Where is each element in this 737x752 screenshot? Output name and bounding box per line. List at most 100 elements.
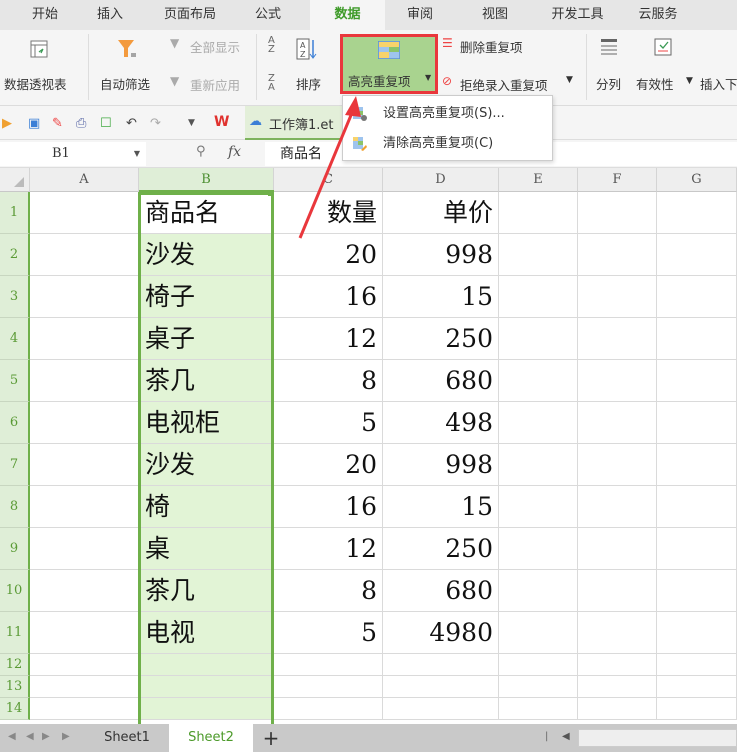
cell-a13[interactable] xyxy=(30,676,139,698)
cell-d1[interactable]: 单价 xyxy=(383,192,499,234)
cell-e6[interactable] xyxy=(499,402,578,444)
cell-b12[interactable] xyxy=(139,654,274,676)
tab-review[interactable]: 审阅 xyxy=(395,0,445,30)
row-header[interactable]: 12 xyxy=(0,654,30,676)
cell-g14[interactable] xyxy=(657,698,737,720)
row-header[interactable]: 13 xyxy=(0,676,30,698)
name-box[interactable]: B1 ▼ xyxy=(0,142,146,166)
add-sheet-button[interactable]: + xyxy=(256,724,286,752)
select-all-corner[interactable] xyxy=(0,168,30,192)
cell-d14[interactable] xyxy=(383,698,499,720)
print-preview-icon[interactable]: ☐ xyxy=(100,116,112,131)
column-header-d[interactable]: D xyxy=(383,168,499,192)
cell-e9[interactable] xyxy=(499,528,578,570)
export-pdf-icon[interactable]: ✎ xyxy=(52,116,63,131)
cell-b10[interactable]: 茶几 xyxy=(139,570,274,612)
cell-c9[interactable]: 12 xyxy=(274,528,383,570)
open-icon[interactable]: ▶ xyxy=(2,116,12,131)
next-sheet-icon[interactable]: ▶ xyxy=(42,731,50,742)
sort-button[interactable]: AZ 排序 xyxy=(296,38,340,98)
cell-a8[interactable] xyxy=(30,486,139,528)
cell-d13[interactable] xyxy=(383,676,499,698)
cell-f5[interactable] xyxy=(578,360,657,402)
cell-f7[interactable] xyxy=(578,444,657,486)
cell-b9[interactable]: 桌 xyxy=(139,528,274,570)
cell-f12[interactable] xyxy=(578,654,657,676)
sort-descending-button[interactable]: ZA xyxy=(268,74,284,94)
row-header[interactable]: 9 xyxy=(0,528,30,570)
last-sheet-icon[interactable]: ▶ xyxy=(62,731,70,742)
cell-a7[interactable] xyxy=(30,444,139,486)
row-header[interactable]: 8 xyxy=(0,486,30,528)
row-header[interactable]: 2 xyxy=(0,234,30,276)
cell-a4[interactable] xyxy=(30,318,139,360)
horizontal-scrollbar[interactable] xyxy=(578,729,737,747)
cell-b11[interactable]: 电视 xyxy=(139,612,274,654)
cell-f4[interactable] xyxy=(578,318,657,360)
cell-e1[interactable] xyxy=(499,192,578,234)
cell-c3[interactable]: 16 xyxy=(274,276,383,318)
cell-g7[interactable] xyxy=(657,444,737,486)
cell-c1[interactable]: 数量 xyxy=(274,192,383,234)
tab-page-layout[interactable]: 页面布局 xyxy=(150,0,230,30)
cell-c8[interactable]: 16 xyxy=(274,486,383,528)
menu-item-clear-highlight-duplicates[interactable]: 清除高亮重复项(C) xyxy=(343,129,552,159)
cell-e5[interactable] xyxy=(499,360,578,402)
wps-logo-icon[interactable]: W xyxy=(214,114,229,130)
fill-handle[interactable] xyxy=(268,190,274,196)
cell-c6[interactable]: 5 xyxy=(274,402,383,444)
cell-g3[interactable] xyxy=(657,276,737,318)
cell-f3[interactable] xyxy=(578,276,657,318)
cell-e12[interactable] xyxy=(499,654,578,676)
tab-data[interactable]: 数据 xyxy=(310,0,385,30)
column-header-a[interactable]: A xyxy=(30,168,139,192)
cell-a2[interactable] xyxy=(30,234,139,276)
cell-c14[interactable] xyxy=(274,698,383,720)
cell-g12[interactable] xyxy=(657,654,737,676)
row-header[interactable]: 6 xyxy=(0,402,30,444)
cell-a10[interactable] xyxy=(30,570,139,612)
zoom-formula-icon[interactable]: ⚲ xyxy=(196,144,206,159)
cell-d4[interactable]: 250 xyxy=(383,318,499,360)
cell-a3[interactable] xyxy=(30,276,139,318)
scroll-left-icon[interactable]: ◀ xyxy=(562,731,570,742)
cell-e11[interactable] xyxy=(499,612,578,654)
fx-icon[interactable]: fx xyxy=(228,144,241,160)
cell-b6[interactable]: 电视柜 xyxy=(139,402,274,444)
cell-b1[interactable]: 商品名 xyxy=(139,192,274,234)
cell-d2[interactable]: 998 xyxy=(383,234,499,276)
insert-dropdown-button[interactable]: 插入下 xyxy=(700,38,737,98)
cell-d8[interactable]: 15 xyxy=(383,486,499,528)
cell-b7[interactable]: 沙发 xyxy=(139,444,274,486)
cell-b5[interactable]: 茶几 xyxy=(139,360,274,402)
tab-home[interactable]: 开始 xyxy=(20,0,70,30)
prev-sheet-icon[interactable]: ◀ xyxy=(26,731,34,742)
cell-e4[interactable] xyxy=(499,318,578,360)
save-icon[interactable]: ▣ xyxy=(28,116,40,131)
cell-b3[interactable]: 椅子 xyxy=(139,276,274,318)
cell-g1[interactable] xyxy=(657,192,737,234)
row-header[interactable]: 5 xyxy=(0,360,30,402)
cell-d10[interactable]: 680 xyxy=(383,570,499,612)
document-tab[interactable]: ☁ 工作簿1.et xyxy=(245,106,345,140)
cell-d6[interactable]: 498 xyxy=(383,402,499,444)
cell-d9[interactable]: 250 xyxy=(383,528,499,570)
cell-c10[interactable]: 8 xyxy=(274,570,383,612)
menu-item-set-highlight-duplicates[interactable]: 设置高亮重复项(S)... xyxy=(343,99,552,129)
undo-icon[interactable]: ↶ xyxy=(126,116,137,131)
cell-e3[interactable] xyxy=(499,276,578,318)
cell-d12[interactable] xyxy=(383,654,499,676)
cell-b4[interactable]: 桌子 xyxy=(139,318,274,360)
cell-c12[interactable] xyxy=(274,654,383,676)
tab-view[interactable]: 视图 xyxy=(470,0,520,30)
row-header[interactable]: 1 xyxy=(0,192,30,234)
print-icon[interactable]: ⎙ xyxy=(76,116,86,131)
highlight-duplicates-button[interactable]: 高亮重复项 ▼ xyxy=(340,34,438,94)
tab-developer[interactable]: 开发工具 xyxy=(540,0,615,30)
redo-icon[interactable]: ↷ xyxy=(150,116,161,131)
column-header-g[interactable]: G xyxy=(657,168,737,192)
cell-d5[interactable]: 680 xyxy=(383,360,499,402)
cell-e13[interactable] xyxy=(499,676,578,698)
cell-e2[interactable] xyxy=(499,234,578,276)
cell-f6[interactable] xyxy=(578,402,657,444)
